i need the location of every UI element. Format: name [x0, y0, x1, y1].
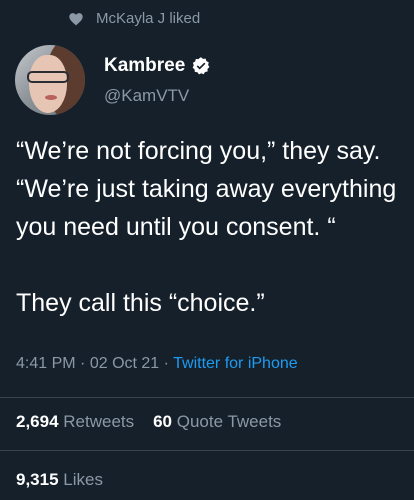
- tweet-paragraph: They call this “choice.”: [16, 289, 265, 317]
- likes-count: 9,315: [16, 470, 59, 489]
- author-handle[interactable]: @KamVTV: [104, 86, 189, 106]
- avatar-glasses: [27, 71, 69, 83]
- social-context-text: McKayla J liked: [96, 10, 201, 27]
- divider: [0, 450, 414, 451]
- meta-separator: ·: [80, 355, 86, 372]
- retweets-count: 2,694: [16, 412, 59, 431]
- retweets-label: Retweets: [63, 412, 135, 431]
- quote-tweets-count: 60: [153, 412, 172, 431]
- social-context[interactable]: McKayla J liked: [68, 10, 200, 27]
- tweet-paragraph: “We’re not forcing you,” they say. “We’r…: [16, 137, 397, 241]
- quote-tweets-label: Quote Tweets: [176, 412, 282, 431]
- tweet-source-link[interactable]: Twitter for iPhone: [173, 355, 298, 372]
- tweet-text: “We’re not forcing you,” they say. “We’r…: [16, 132, 402, 322]
- verified-badge-icon: [192, 57, 210, 75]
- meta-separator: ·: [163, 355, 169, 372]
- retweets-stat[interactable]: 2,694 Retweets: [16, 412, 134, 431]
- likes-stat[interactable]: 9,315 Likes: [16, 470, 103, 490]
- avatar-face: [29, 55, 67, 113]
- tweet-date[interactable]: 02 Oct 21: [90, 355, 159, 372]
- engagement-stats: 2,694 Retweets 60 Quote Tweets: [16, 412, 281, 432]
- heart-icon: [69, 12, 83, 25]
- quote-tweets-stat[interactable]: 60 Quote Tweets: [153, 412, 281, 431]
- author-name[interactable]: Kambree: [104, 55, 211, 77]
- avatar-lips: [45, 95, 57, 100]
- tweet-time[interactable]: 4:41 PM: [16, 355, 76, 372]
- tweet-meta: 4:41 PM · 02 Oct 21 · Twitter for iPhone: [16, 355, 298, 373]
- author-display-name: Kambree: [104, 55, 186, 76]
- likes-label: Likes: [63, 470, 103, 489]
- avatar[interactable]: [15, 45, 85, 115]
- divider: [0, 397, 414, 398]
